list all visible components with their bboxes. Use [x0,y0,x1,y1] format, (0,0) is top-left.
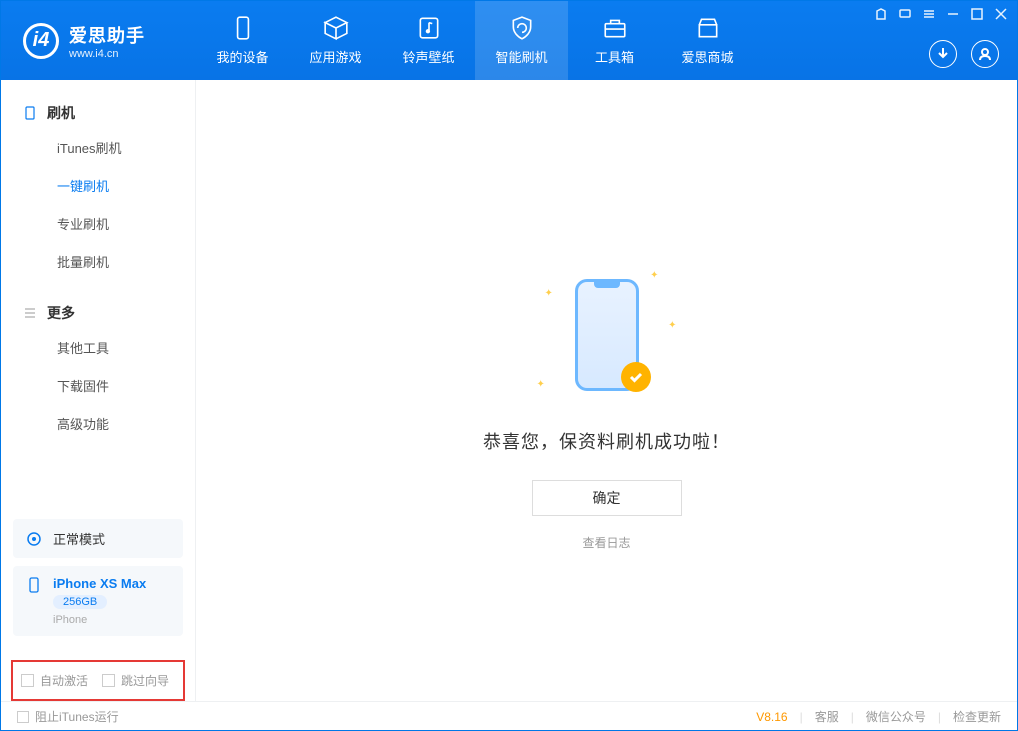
device-cards: 正常模式 iPhone XS Max 256GB iPhone [1,509,195,652]
feedback-icon[interactable] [899,7,911,19]
checkbox-icon [17,711,29,723]
sidebar-section-flash: 刷机 [1,98,195,128]
tab-store[interactable]: 爱思商城 [661,1,754,80]
section-label: 刷机 [47,103,75,123]
tab-label: 铃声壁纸 [402,47,454,66]
tab-apps-games[interactable]: 应用游戏 [289,1,382,80]
sidebar-item-onekey-flash[interactable]: 一键刷机 [1,166,195,204]
checkbox-label: 阻止iTunes运行 [35,708,119,725]
logo-icon: i4 [23,23,59,59]
app-body: 刷机 iTunes刷机 一键刷机 专业刷机 批量刷机 更多 其他工具 下载固件 … [1,80,1017,701]
window-controls [875,7,1007,19]
close-icon[interactable] [995,7,1007,19]
check-update-link[interactable]: 检查更新 [953,708,1001,725]
tab-label: 应用游戏 [309,47,361,66]
list-icon [23,306,37,320]
mode-icon [25,530,43,548]
sidebar-item-download-firmware[interactable]: 下载固件 [1,366,195,404]
sparkle-icon: ✦ [668,320,676,331]
device-type: iPhone [53,614,146,626]
download-icon[interactable] [929,40,957,68]
footer: 阻止iTunes运行 V8.16 | 客服 | 微信公众号 | 检查更新 [1,701,1017,731]
sidebar-item-other-tools[interactable]: 其他工具 [1,328,195,366]
main-content: ✦ ✦ ✦ ✦ 恭喜您，保资料刷机成功啦！ 确定 查看日志 [196,80,1017,701]
cube-icon [323,15,349,41]
wechat-link[interactable]: 微信公众号 [866,708,926,725]
view-log-link[interactable]: 查看日志 [582,534,630,551]
device-card[interactable]: iPhone XS Max 256GB iPhone [13,566,183,636]
checkbox-icon [102,674,115,687]
app-subtitle: www.i4.cn [69,48,145,60]
header-right-icons [929,40,999,68]
mode-label: 正常模式 [53,529,105,548]
shield-refresh-icon [509,15,535,41]
store-icon [695,15,721,41]
tab-label: 爱思商城 [681,47,733,66]
success-illustration: ✦ ✦ ✦ ✦ [537,270,677,400]
tab-label: 智能刷机 [495,47,547,66]
toolbox-icon [602,15,628,41]
checkbox-label: 跳过向导 [121,672,169,689]
sparkle-icon: ✦ [537,379,545,390]
app-header: i4 爱思助手 www.i4.cn 我的设备 应用游戏 铃声壁纸 智能刷机 工具… [1,1,1017,80]
skin-icon[interactable] [875,7,887,19]
version-label: V8.16 [756,710,787,724]
music-icon [416,15,442,41]
tab-toolbox[interactable]: 工具箱 [568,1,661,80]
tab-smart-flash[interactable]: 智能刷机 [475,1,568,80]
app-title: 爱思助手 [69,22,145,48]
device-capacity: 256GB [53,595,107,609]
maximize-icon[interactable] [971,7,983,19]
minimize-icon[interactable] [947,7,959,19]
user-icon[interactable] [971,40,999,68]
tab-my-device[interactable]: 我的设备 [196,1,289,80]
menu-icon[interactable] [923,7,935,19]
phone-small-icon [23,106,37,120]
sidebar-item-pro-flash[interactable]: 专业刷机 [1,204,195,242]
footer-right: V8.16 | 客服 | 微信公众号 | 检查更新 [756,708,1001,725]
checkbox-skip-guide[interactable]: 跳过向导 [102,672,169,689]
ok-button[interactable]: 确定 [532,480,682,516]
device-name: iPhone XS Max [53,576,146,591]
sparkle-icon: ✦ [650,270,658,281]
checkbox-block-itunes[interactable]: 阻止iTunes运行 [17,708,119,725]
section-label: 更多 [47,303,75,323]
checkbox-auto-activate[interactable]: 自动激活 [21,672,88,689]
logo-area: i4 爱思助手 www.i4.cn [1,22,196,60]
sidebar-item-advanced[interactable]: 高级功能 [1,404,195,442]
nav-tabs: 我的设备 应用游戏 铃声壁纸 智能刷机 工具箱 爱思商城 [196,1,754,80]
sidebar: 刷机 iTunes刷机 一键刷机 专业刷机 批量刷机 更多 其他工具 下载固件 … [1,80,196,701]
tab-label: 工具箱 [595,47,634,66]
success-message: 恭喜您，保资料刷机成功啦！ [483,428,730,454]
customer-service-link[interactable]: 客服 [815,708,839,725]
sparkle-icon: ✦ [545,288,553,299]
checkbox-label: 自动激活 [40,672,88,689]
logo-text: 爱思助手 www.i4.cn [69,22,145,60]
tab-label: 我的设备 [216,47,268,66]
device-icon [25,576,43,594]
device-icon [230,15,256,41]
sidebar-item-batch-flash[interactable]: 批量刷机 [1,242,195,280]
sidebar-item-itunes-flash[interactable]: iTunes刷机 [1,128,195,166]
mode-card[interactable]: 正常模式 [13,519,183,558]
bottom-checks-highlight: 自动激活 跳过向导 [11,660,185,701]
checkbox-icon [21,674,34,687]
sidebar-section-more: 更多 [1,298,195,328]
check-badge-icon [621,362,651,392]
tab-ringtone-wallpaper[interactable]: 铃声壁纸 [382,1,475,80]
